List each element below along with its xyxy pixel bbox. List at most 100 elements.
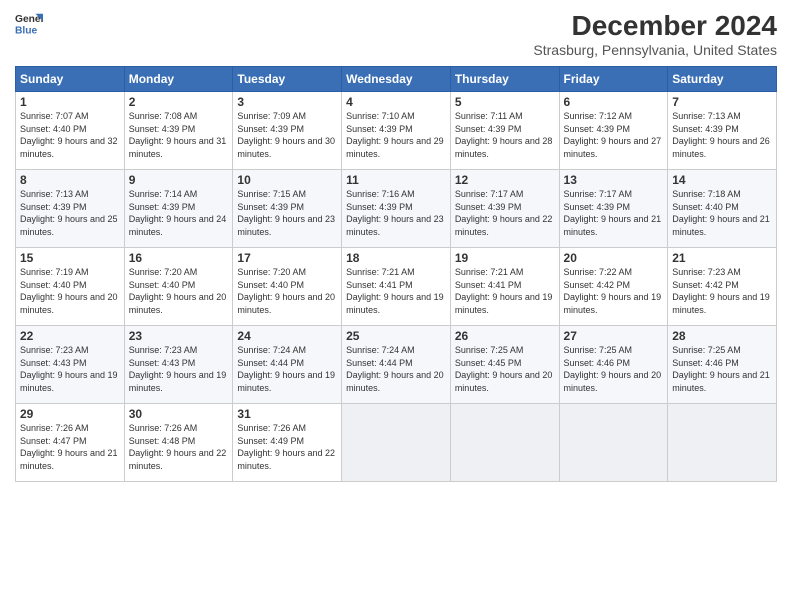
day-info: Sunrise: 7:25 AMSunset: 4:46 PMDaylight:… (672, 344, 772, 394)
day-info: Sunrise: 7:07 AMSunset: 4:40 PMDaylight:… (20, 110, 120, 160)
calendar-header-day: Wednesday (342, 67, 451, 92)
day-number: 9 (129, 173, 229, 187)
day-info: Sunrise: 7:25 AMSunset: 4:45 PMDaylight:… (455, 344, 555, 394)
calendar: SundayMondayTuesdayWednesdayThursdayFrid… (15, 66, 777, 482)
day-info: Sunrise: 7:16 AMSunset: 4:39 PMDaylight:… (346, 188, 446, 238)
day-info: Sunrise: 7:08 AMSunset: 4:39 PMDaylight:… (129, 110, 229, 160)
day-number: 2 (129, 95, 229, 109)
calendar-cell: 24Sunrise: 7:24 AMSunset: 4:44 PMDayligh… (233, 326, 342, 404)
calendar-cell (559, 404, 668, 482)
day-number: 26 (455, 329, 555, 343)
calendar-cell: 4Sunrise: 7:10 AMSunset: 4:39 PMDaylight… (342, 92, 451, 170)
day-info: Sunrise: 7:26 AMSunset: 4:47 PMDaylight:… (20, 422, 120, 472)
day-number: 21 (672, 251, 772, 265)
calendar-cell: 7Sunrise: 7:13 AMSunset: 4:39 PMDaylight… (668, 92, 777, 170)
day-info: Sunrise: 7:09 AMSunset: 4:39 PMDaylight:… (237, 110, 337, 160)
calendar-cell: 22Sunrise: 7:23 AMSunset: 4:43 PMDayligh… (16, 326, 125, 404)
day-number: 19 (455, 251, 555, 265)
svg-text:Blue: Blue (15, 25, 38, 36)
day-info: Sunrise: 7:15 AMSunset: 4:39 PMDaylight:… (237, 188, 337, 238)
calendar-cell: 31Sunrise: 7:26 AMSunset: 4:49 PMDayligh… (233, 404, 342, 482)
day-info: Sunrise: 7:24 AMSunset: 4:44 PMDaylight:… (237, 344, 337, 394)
calendar-cell: 18Sunrise: 7:21 AMSunset: 4:41 PMDayligh… (342, 248, 451, 326)
calendar-week-row: 1Sunrise: 7:07 AMSunset: 4:40 PMDaylight… (16, 92, 777, 170)
calendar-cell: 15Sunrise: 7:19 AMSunset: 4:40 PMDayligh… (16, 248, 125, 326)
day-info: Sunrise: 7:23 AMSunset: 4:43 PMDaylight:… (20, 344, 120, 394)
day-info: Sunrise: 7:20 AMSunset: 4:40 PMDaylight:… (237, 266, 337, 316)
day-info: Sunrise: 7:13 AMSunset: 4:39 PMDaylight:… (672, 110, 772, 160)
calendar-header-day: Monday (124, 67, 233, 92)
day-number: 10 (237, 173, 337, 187)
calendar-cell: 21Sunrise: 7:23 AMSunset: 4:42 PMDayligh… (668, 248, 777, 326)
page-subtitle: Strasburg, Pennsylvania, United States (533, 42, 777, 58)
day-info: Sunrise: 7:26 AMSunset: 4:49 PMDaylight:… (237, 422, 337, 472)
day-info: Sunrise: 7:21 AMSunset: 4:41 PMDaylight:… (455, 266, 555, 316)
day-info: Sunrise: 7:17 AMSunset: 4:39 PMDaylight:… (564, 188, 664, 238)
page-title: December 2024 (533, 10, 777, 42)
day-number: 28 (672, 329, 772, 343)
day-number: 16 (129, 251, 229, 265)
header: General Blue December 2024 Strasburg, Pe… (15, 10, 777, 58)
calendar-cell: 17Sunrise: 7:20 AMSunset: 4:40 PMDayligh… (233, 248, 342, 326)
day-info: Sunrise: 7:14 AMSunset: 4:39 PMDaylight:… (129, 188, 229, 238)
logo: General Blue (15, 10, 43, 38)
calendar-header-day: Thursday (450, 67, 559, 92)
day-number: 31 (237, 407, 337, 421)
day-info: Sunrise: 7:17 AMSunset: 4:39 PMDaylight:… (455, 188, 555, 238)
day-number: 30 (129, 407, 229, 421)
day-info: Sunrise: 7:25 AMSunset: 4:46 PMDaylight:… (564, 344, 664, 394)
calendar-cell: 26Sunrise: 7:25 AMSunset: 4:45 PMDayligh… (450, 326, 559, 404)
day-info: Sunrise: 7:23 AMSunset: 4:43 PMDaylight:… (129, 344, 229, 394)
day-number: 5 (455, 95, 555, 109)
calendar-cell: 5Sunrise: 7:11 AMSunset: 4:39 PMDaylight… (450, 92, 559, 170)
calendar-cell: 3Sunrise: 7:09 AMSunset: 4:39 PMDaylight… (233, 92, 342, 170)
day-number: 18 (346, 251, 446, 265)
page: General Blue December 2024 Strasburg, Pe… (0, 0, 792, 612)
calendar-cell: 9Sunrise: 7:14 AMSunset: 4:39 PMDaylight… (124, 170, 233, 248)
day-number: 27 (564, 329, 664, 343)
day-info: Sunrise: 7:22 AMSunset: 4:42 PMDaylight:… (564, 266, 664, 316)
day-number: 1 (20, 95, 120, 109)
calendar-week-row: 29Sunrise: 7:26 AMSunset: 4:47 PMDayligh… (16, 404, 777, 482)
calendar-cell: 29Sunrise: 7:26 AMSunset: 4:47 PMDayligh… (16, 404, 125, 482)
day-info: Sunrise: 7:12 AMSunset: 4:39 PMDaylight:… (564, 110, 664, 160)
calendar-header-day: Saturday (668, 67, 777, 92)
day-number: 11 (346, 173, 446, 187)
day-info: Sunrise: 7:20 AMSunset: 4:40 PMDaylight:… (129, 266, 229, 316)
day-info: Sunrise: 7:23 AMSunset: 4:42 PMDaylight:… (672, 266, 772, 316)
calendar-cell: 8Sunrise: 7:13 AMSunset: 4:39 PMDaylight… (16, 170, 125, 248)
calendar-cell (668, 404, 777, 482)
day-number: 23 (129, 329, 229, 343)
calendar-cell: 1Sunrise: 7:07 AMSunset: 4:40 PMDaylight… (16, 92, 125, 170)
day-info: Sunrise: 7:11 AMSunset: 4:39 PMDaylight:… (455, 110, 555, 160)
calendar-cell: 25Sunrise: 7:24 AMSunset: 4:44 PMDayligh… (342, 326, 451, 404)
day-number: 13 (564, 173, 664, 187)
day-number: 14 (672, 173, 772, 187)
calendar-cell (342, 404, 451, 482)
calendar-cell (450, 404, 559, 482)
calendar-cell: 10Sunrise: 7:15 AMSunset: 4:39 PMDayligh… (233, 170, 342, 248)
calendar-cell: 19Sunrise: 7:21 AMSunset: 4:41 PMDayligh… (450, 248, 559, 326)
calendar-week-row: 22Sunrise: 7:23 AMSunset: 4:43 PMDayligh… (16, 326, 777, 404)
title-block: December 2024 Strasburg, Pennsylvania, U… (533, 10, 777, 58)
day-number: 12 (455, 173, 555, 187)
day-number: 8 (20, 173, 120, 187)
calendar-cell: 30Sunrise: 7:26 AMSunset: 4:48 PMDayligh… (124, 404, 233, 482)
calendar-cell: 20Sunrise: 7:22 AMSunset: 4:42 PMDayligh… (559, 248, 668, 326)
day-info: Sunrise: 7:18 AMSunset: 4:40 PMDaylight:… (672, 188, 772, 238)
calendar-header-row: SundayMondayTuesdayWednesdayThursdayFrid… (16, 67, 777, 92)
day-number: 22 (20, 329, 120, 343)
day-info: Sunrise: 7:21 AMSunset: 4:41 PMDaylight:… (346, 266, 446, 316)
calendar-cell: 28Sunrise: 7:25 AMSunset: 4:46 PMDayligh… (668, 326, 777, 404)
calendar-cell: 27Sunrise: 7:25 AMSunset: 4:46 PMDayligh… (559, 326, 668, 404)
day-number: 24 (237, 329, 337, 343)
day-info: Sunrise: 7:24 AMSunset: 4:44 PMDaylight:… (346, 344, 446, 394)
day-number: 25 (346, 329, 446, 343)
calendar-week-row: 15Sunrise: 7:19 AMSunset: 4:40 PMDayligh… (16, 248, 777, 326)
calendar-cell: 23Sunrise: 7:23 AMSunset: 4:43 PMDayligh… (124, 326, 233, 404)
day-number: 17 (237, 251, 337, 265)
logo-icon: General Blue (15, 10, 43, 38)
day-number: 20 (564, 251, 664, 265)
calendar-cell: 6Sunrise: 7:12 AMSunset: 4:39 PMDaylight… (559, 92, 668, 170)
calendar-header-day: Friday (559, 67, 668, 92)
